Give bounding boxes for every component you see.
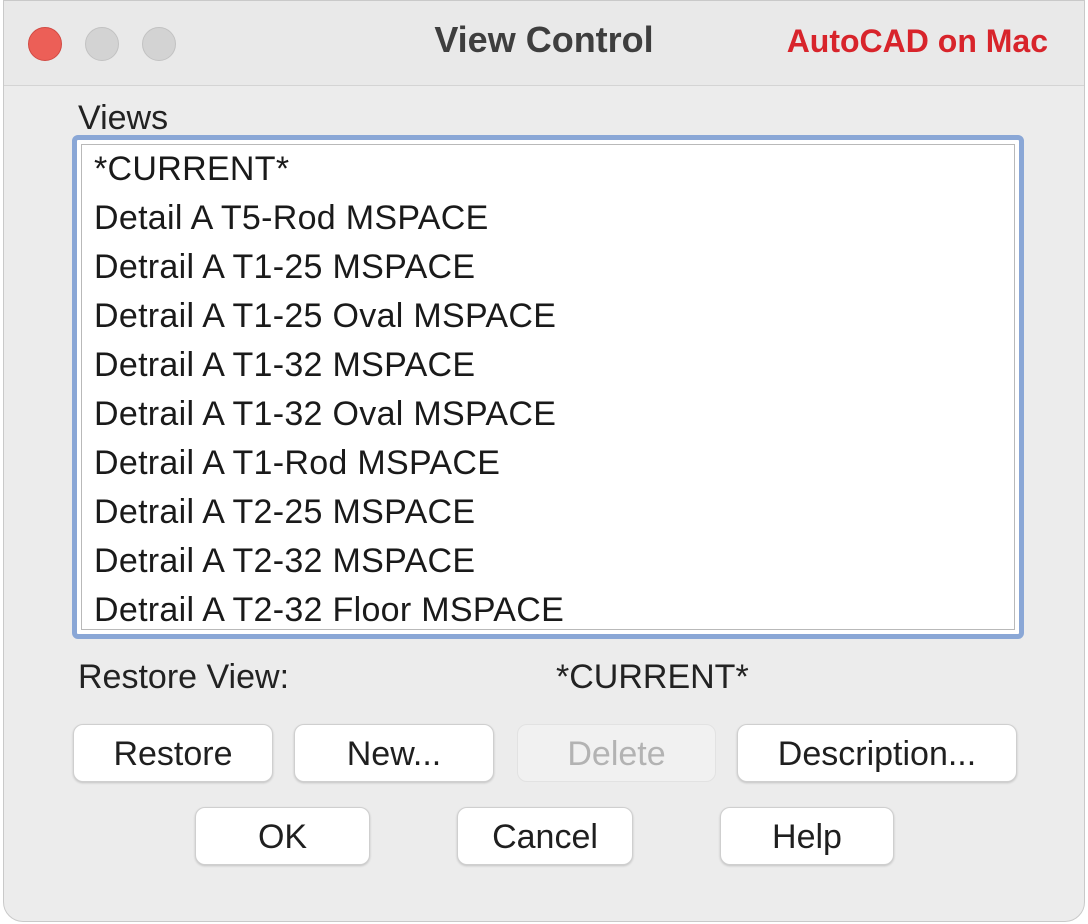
list-item[interactable]: Detrail A T1-Rod MSPACE: [82, 439, 1014, 488]
list-item[interactable]: Detail A T5-Rod MSPACE: [82, 194, 1014, 243]
list-item[interactable]: Detrail A T1-32 MSPACE: [82, 341, 1014, 390]
list-item[interactable]: Detrail A T2-32 MSPACE: [82, 537, 1014, 586]
list-item[interactable]: Detrail A T1-32 Oval MSPACE: [82, 390, 1014, 439]
view-control-dialog: View Control AutoCAD on Mac Views *CURRE…: [3, 0, 1085, 922]
restore-button[interactable]: Restore: [73, 724, 273, 782]
list-item[interactable]: Detrail A T2-32 Floor MSPACE: [82, 586, 1014, 634]
description-button[interactable]: Description...: [737, 724, 1017, 782]
title-bar: View Control AutoCAD on Mac: [4, 1, 1084, 86]
cancel-button[interactable]: Cancel: [457, 807, 633, 865]
ok-button[interactable]: OK: [195, 807, 370, 865]
views-listbox[interactable]: *CURRENT* Detail A T5-Rod MSPACE Detrail…: [72, 135, 1024, 639]
list-item[interactable]: Detrail A T1-25 MSPACE: [82, 243, 1014, 292]
restore-view-value: *CURRENT*: [556, 658, 749, 696]
list-item[interactable]: *CURRENT*: [82, 145, 1014, 194]
help-button[interactable]: Help: [720, 807, 894, 865]
views-list: *CURRENT* Detail A T5-Rod MSPACE Detrail…: [81, 144, 1015, 630]
views-label: Views: [78, 99, 169, 137]
delete-button[interactable]: Delete: [517, 724, 716, 782]
list-item[interactable]: Detrail A T1-25 Oval MSPACE: [82, 292, 1014, 341]
new-button[interactable]: New...: [294, 724, 494, 782]
list-item[interactable]: Detrail A T2-25 MSPACE: [82, 488, 1014, 537]
restore-view-label: Restore View:: [78, 658, 290, 696]
brand-label: AutoCAD on Mac: [786, 23, 1048, 59]
